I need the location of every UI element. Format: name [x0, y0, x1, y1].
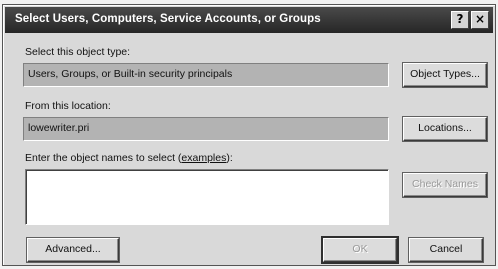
select-users-dialog: Select Users, Computers, Service Account…: [2, 4, 496, 266]
cancel-button[interactable]: Cancel: [409, 238, 483, 262]
ok-button[interactable]: OK: [323, 238, 397, 262]
advanced-button[interactable]: Advanced...: [27, 238, 119, 262]
close-icon: ×: [474, 12, 486, 26]
location-field: lowewriter.pri: [23, 117, 389, 141]
check-names-button[interactable]: Check Names: [403, 173, 487, 197]
object-type-field: Users, Groups, or Built-in security prin…: [23, 63, 389, 87]
examples-link[interactable]: examples: [181, 152, 226, 164]
object-names-input[interactable]: [25, 169, 389, 225]
names-label-prefix: Enter the object names to select (: [25, 152, 182, 164]
title-bar[interactable]: Select Users, Computers, Service Account…: [5, 7, 493, 33]
locations-button[interactable]: Locations...: [403, 117, 487, 141]
close-button[interactable]: ×: [471, 11, 489, 29]
names-label: Enter the object names to select (exampl…: [25, 152, 233, 164]
names-label-suffix: ):: [226, 152, 233, 164]
object-type-label: Select this object type:: [25, 46, 131, 58]
location-label: From this location:: [25, 100, 111, 112]
window-title: Select Users, Computers, Service Account…: [15, 13, 321, 25]
object-types-button[interactable]: Object Types...: [403, 63, 487, 87]
help-icon: ?: [456, 12, 464, 26]
location-value: lowewriter.pri: [28, 122, 90, 134]
help-button[interactable]: ?: [451, 11, 469, 29]
object-type-value: Users, Groups, or Built-in security prin…: [28, 68, 233, 80]
